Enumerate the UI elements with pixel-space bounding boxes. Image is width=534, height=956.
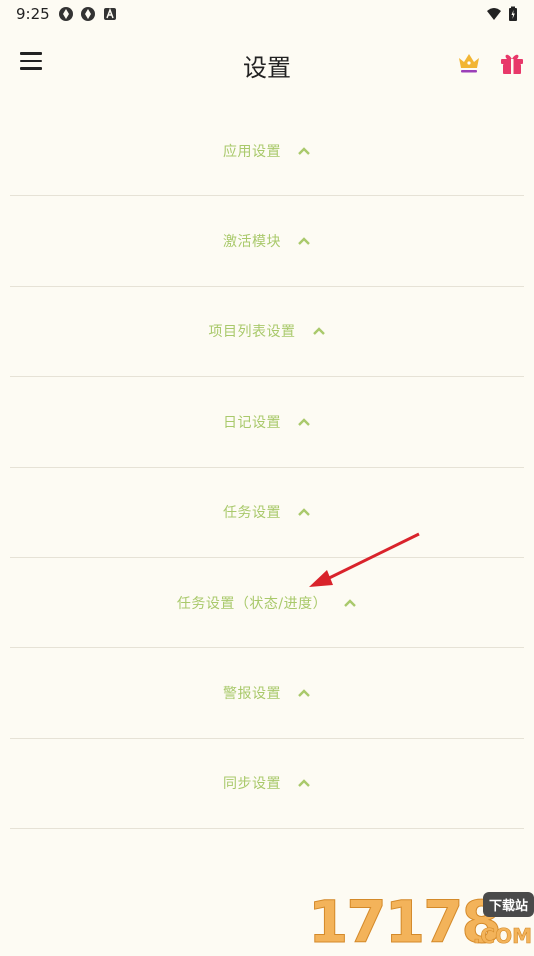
settings-item-label: 任务设置（状态/进度） — [176, 595, 328, 612]
status-bar: 9:25 — [0, 0, 534, 28]
gift-icon[interactable] — [499, 50, 525, 76]
chevron-up-icon — [298, 689, 310, 697]
chevron-up-icon — [298, 146, 310, 155]
settings-item-label: 同步设置 — [223, 776, 281, 793]
page-title: 设置 — [243, 54, 291, 82]
settings-item-label: 警报设置 — [223, 686, 281, 703]
chevron-up-icon — [298, 418, 310, 426]
settings-item-alarm[interactable]: 警报设置 — [10, 648, 524, 739]
system-icons — [486, 6, 518, 22]
notification-a-icon — [104, 7, 116, 20]
wifi-icon — [487, 8, 501, 20]
watermark-badge: 下载站 — [482, 892, 534, 917]
settings-item-diary[interactable]: 日记设置 — [10, 377, 524, 468]
annotation-arrow-icon — [309, 532, 420, 587]
chevron-up-icon — [344, 598, 356, 607]
settings-item-task-status[interactable]: 任务设置（状态/进度） — [10, 558, 524, 649]
notification-app-icon — [81, 7, 95, 21]
chevron-up-icon — [298, 237, 310, 245]
watermark-logo: 17178 下载站 .COM — [308, 888, 534, 956]
chevron-up-icon — [298, 508, 310, 517]
settings-item-sync[interactable]: 同步设置 — [10, 739, 524, 830]
watermark-suffix: .COM — [472, 924, 533, 949]
settings-item-label: 激活模块 — [223, 234, 281, 251]
crown-icon[interactable] — [456, 50, 482, 76]
battery-icon — [509, 6, 517, 21]
settings-item-tasks[interactable]: 任务设置 — [10, 468, 524, 558]
settings-item-project-list[interactable]: 项目列表设置 — [10, 287, 524, 378]
settings-item-label: 任务设置 — [223, 505, 281, 522]
chevron-up-icon — [298, 779, 310, 788]
settings-item-label: 项目列表设置 — [208, 324, 296, 341]
watermark-digits: 17178 — [308, 888, 503, 956]
settings-item-label: 应用设置 — [223, 143, 281, 160]
settings-list: 应用设置 激活模块 项目列表设置 日记设置 任务设置 任务设置（状态/进度） 警… — [10, 106, 524, 830]
chevron-up-icon — [312, 327, 325, 336]
notification-icons — [58, 6, 118, 22]
status-time: 9:25 — [16, 5, 50, 23]
settings-item-label: 日记设置 — [223, 414, 281, 431]
settings-item-modules[interactable]: 激活模块 — [10, 196, 524, 287]
app-bar: 设置 — [0, 38, 534, 88]
notification-app-icon — [59, 7, 73, 21]
settings-item-app[interactable]: 应用设置 — [10, 106, 524, 197]
